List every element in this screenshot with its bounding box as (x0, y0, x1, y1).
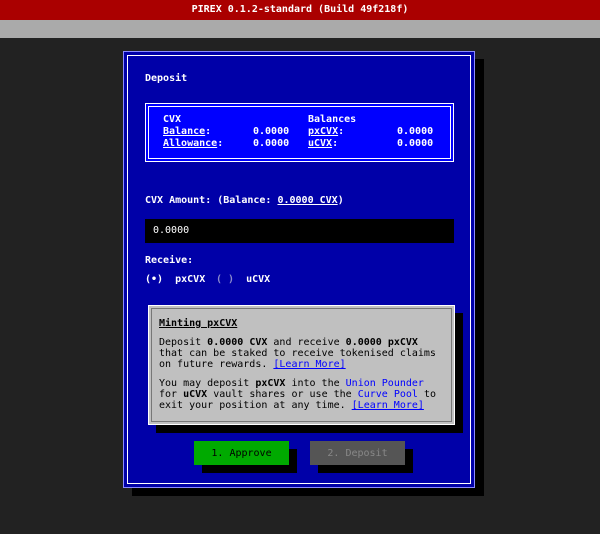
pxcvx-balance-label[interactable]: pxCVX (308, 126, 338, 137)
info-pxcvx: pxCVX (255, 378, 286, 389)
radio-ucvx[interactable]: ( ) uCVX (216, 274, 270, 285)
info-paragraph-1: Deposit 0.0000 CVX and receive 0.0000 px… (159, 337, 442, 370)
cvx-balance-value: 0.0000 (253, 126, 290, 137)
radio-pxcvx-label[interactable]: pxCVX (175, 274, 205, 285)
info-text: vault shares or use the (207, 389, 358, 400)
cvx-balance-row[interactable]: Balance: (163, 126, 211, 137)
learn-more-link-1[interactable]: [Learn More] (273, 359, 345, 370)
info-text: You may deposit (159, 378, 256, 389)
cvx-allowance-row[interactable]: Allowance: (163, 138, 223, 149)
amount-balance-link[interactable]: 0.0000 CVX (277, 195, 337, 206)
radio-pxcvx[interactable]: (•) pxCVX (145, 274, 205, 285)
balances-box: CVX Balance: 0.0000 Allowance: 0.0000 Ba… (145, 103, 454, 162)
deposit-button[interactable]: 2. Deposit (310, 441, 405, 465)
info-box: Minting pxCVX Deposit 0.0000 CVX and rec… (148, 305, 455, 425)
cvx-allowance-value: 0.0000 (253, 138, 290, 149)
pxcvx-balance-value: 0.0000 (397, 126, 434, 137)
cvx-heading: CVX (163, 114, 182, 125)
curve-pool-link[interactable]: Curve Pool (358, 389, 418, 400)
info-pxcvx-amount: 0.0000 pxCVX (345, 337, 418, 348)
ucvx-balance-label[interactable]: uCVX (308, 138, 332, 149)
info-text: and receive (267, 337, 346, 348)
amount-label-prefix: CVX Amount: (Balance: (145, 195, 272, 206)
amount-label-suffix: ) (337, 195, 344, 206)
receive-label: Receive: (145, 255, 194, 266)
panel-title: Deposit (145, 73, 188, 84)
ucvx-balance-value: 0.0000 (397, 138, 434, 149)
app-title-bar: PIREX 0.1.2-standard (Build 49f218f) (0, 0, 600, 20)
cvx-balance-label[interactable]: Balance (163, 126, 205, 137)
info-paragraph-2: You may deposit pxCVX into the Union Pou… (159, 378, 442, 411)
cvx-amount-input[interactable] (145, 219, 454, 243)
info-title: Minting pxCVX (159, 318, 238, 329)
radio-ucvx-marker[interactable]: ( ) (216, 274, 234, 285)
cvx-amount-label: CVX Amount: (Balance: 0.0000 CVX) (145, 195, 344, 206)
ucvx-balance-row[interactable]: uCVX: (308, 138, 338, 149)
menu-bar (0, 20, 600, 38)
learn-more-link-2[interactable]: [Learn More] (352, 400, 424, 411)
approve-button[interactable]: 1. Approve (194, 441, 289, 465)
balances-heading: Balances (308, 114, 357, 125)
union-pounder-link[interactable]: Union Pounder (346, 378, 424, 389)
radio-pxcvx-marker[interactable]: (•) (145, 274, 163, 285)
pxcvx-balance-row[interactable]: pxCVX: (308, 126, 344, 137)
info-text: Deposit (159, 337, 208, 348)
radio-ucvx-label[interactable]: uCVX (246, 274, 270, 285)
info-text: for (159, 389, 184, 400)
info-ucvx: uCVX (183, 389, 208, 400)
info-cvx-amount: 0.0000 CVX (207, 337, 268, 348)
cvx-allowance-label[interactable]: Allowance (163, 138, 217, 149)
info-text: into the (285, 378, 346, 389)
